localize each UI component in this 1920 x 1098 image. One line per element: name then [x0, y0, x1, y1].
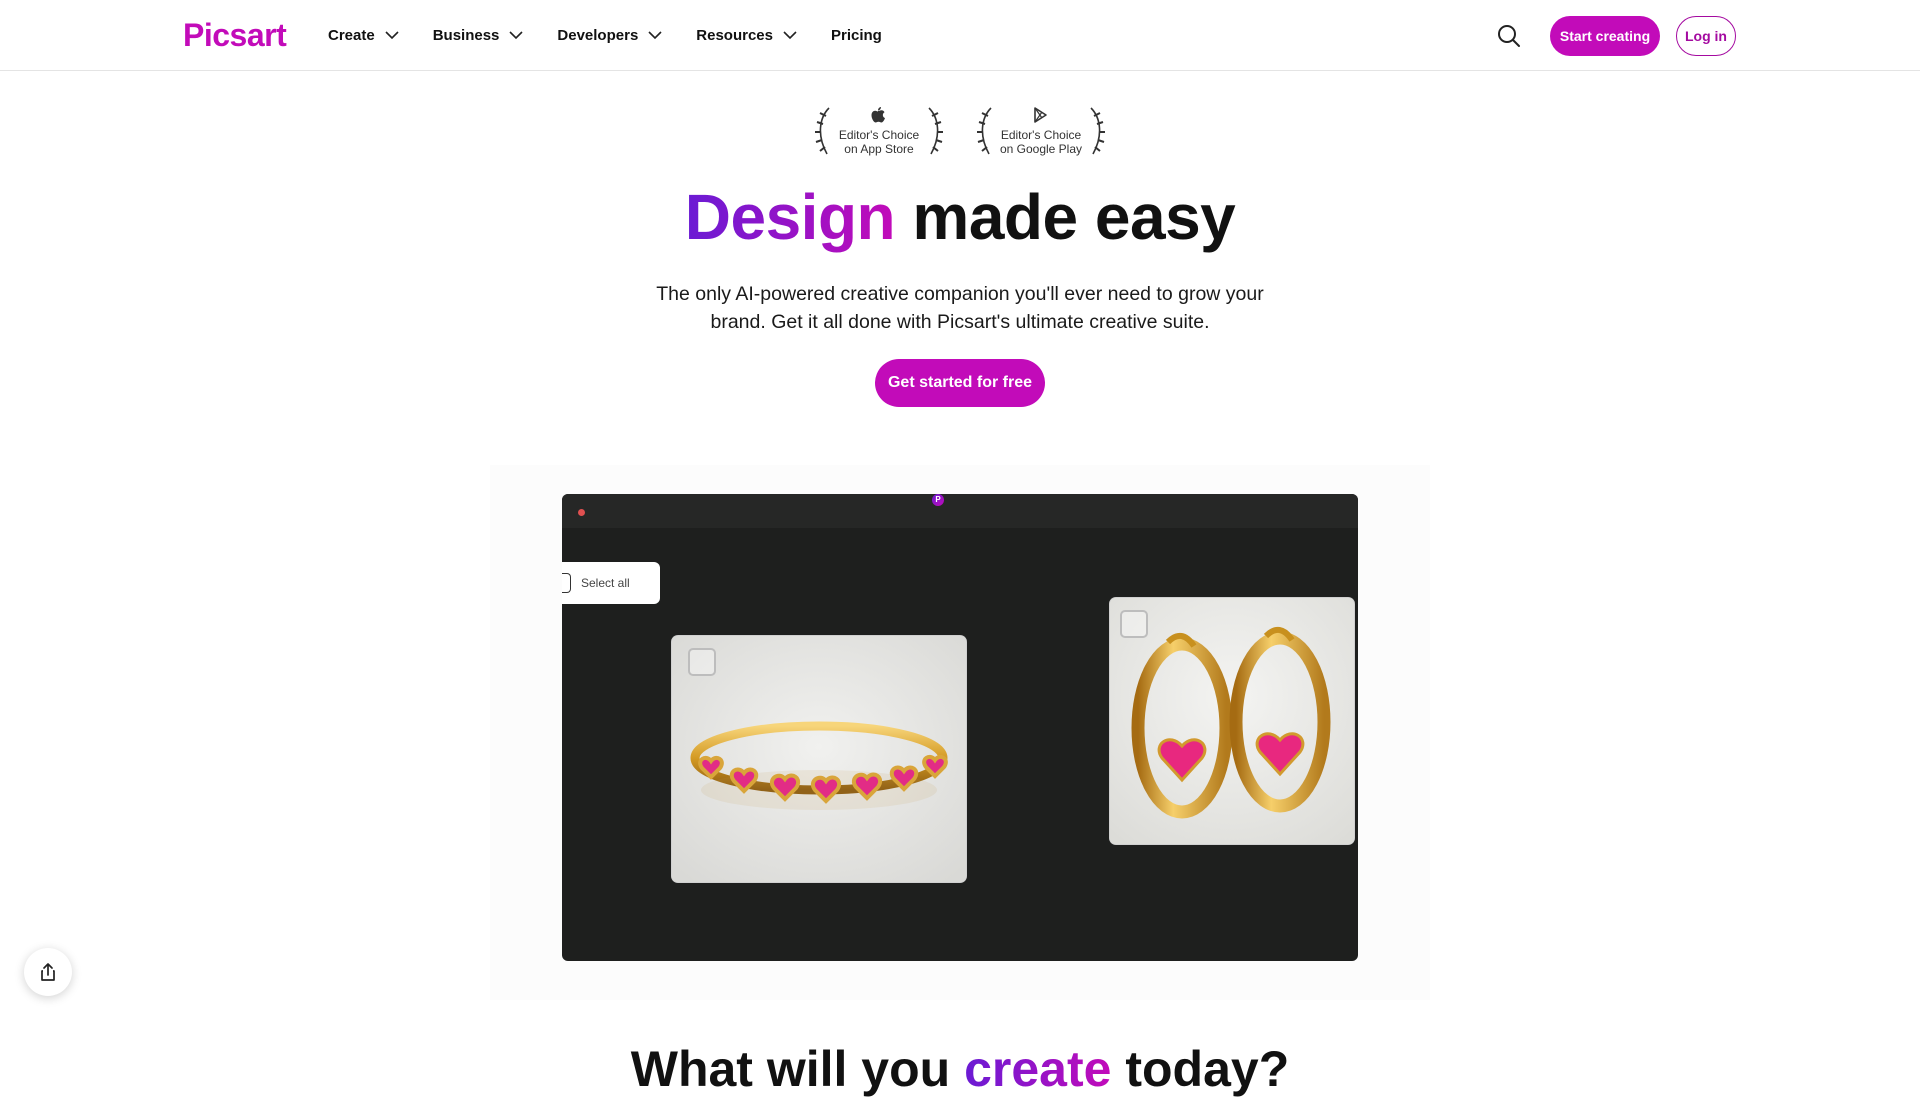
select-all-label: Select all	[581, 576, 630, 590]
section-title-before: What will you	[630, 1041, 951, 1097]
image-select-checkbox[interactable]	[688, 648, 716, 676]
chevron-down-icon	[783, 31, 797, 40]
hero-title-accent: Design	[684, 181, 896, 253]
hero-title-rest: made easy	[912, 181, 1236, 253]
image-card-earrings[interactable]	[1110, 598, 1354, 844]
award-line1: Editor's Choice	[838, 128, 920, 142]
menu-create-label: Create	[328, 27, 375, 44]
menu-developers-label: Developers	[557, 27, 639, 44]
section-title-after: today?	[1125, 1041, 1290, 1097]
award-google-play-text: Editor's Choice on Google Play	[991, 128, 1091, 156]
menu-business-label: Business	[432, 27, 500, 44]
award-app-store-text: Editor's Choice on App Store	[829, 128, 929, 156]
log-in-button[interactable]: Log in	[1676, 16, 1736, 56]
picsart-logo[interactable]: Picsart	[183, 17, 287, 54]
google-play-icon	[1034, 107, 1047, 123]
start-creating-button[interactable]: Start creating	[1550, 16, 1660, 56]
apple-icon	[871, 107, 885, 123]
section-title-accent: create	[964, 1041, 1112, 1097]
window-titlebar	[562, 494, 1358, 528]
chevron-down-icon	[648, 31, 662, 40]
select-all-checkbox[interactable]	[562, 573, 571, 593]
menu-create[interactable]: Create	[328, 27, 399, 44]
menu-resources-label: Resources	[696, 27, 773, 44]
menu-resources[interactable]: Resources	[696, 27, 797, 44]
share-icon	[41, 963, 55, 981]
menu-pricing-label: Pricing	[831, 27, 882, 44]
image-card-ring[interactable]	[672, 636, 966, 882]
chevron-down-icon	[509, 31, 523, 40]
award-line1: Editor's Choice	[1000, 128, 1082, 142]
picsart-app-icon: P	[932, 494, 944, 506]
share-button[interactable]	[24, 948, 72, 996]
demo-app-window: P Select all	[562, 494, 1358, 961]
section-title: What will you create today?	[0, 1040, 1920, 1098]
menu-business[interactable]: Business	[433, 27, 524, 44]
gold-heart-ring-image	[672, 636, 966, 882]
menu-developers[interactable]: Developers	[557, 27, 662, 44]
chevron-down-icon	[385, 31, 399, 40]
award-google-play: Editor's Choice on Google Play	[973, 104, 1109, 160]
award-line2: on App Store	[844, 142, 914, 156]
award-app-store: Editor's Choice on App Store	[811, 104, 947, 160]
get-started-button[interactable]: Get started for free	[875, 359, 1045, 407]
top-navigation: Picsart Create Business Developers Resou…	[0, 0, 1920, 71]
hero-title: Design made easy	[0, 180, 1920, 254]
select-all-toggle[interactable]: Select all	[562, 562, 660, 604]
window-close-dot	[578, 509, 585, 516]
search-icon[interactable]	[1496, 23, 1522, 49]
award-line2: on Google Play	[999, 142, 1083, 156]
main-menu: Create Business Developers Resources Pri…	[328, 0, 916, 71]
hero-subtitle: The only AI-powered creative companion y…	[656, 283, 1264, 333]
menu-pricing[interactable]: Pricing	[831, 27, 882, 44]
image-select-checkbox[interactable]	[1120, 610, 1148, 638]
